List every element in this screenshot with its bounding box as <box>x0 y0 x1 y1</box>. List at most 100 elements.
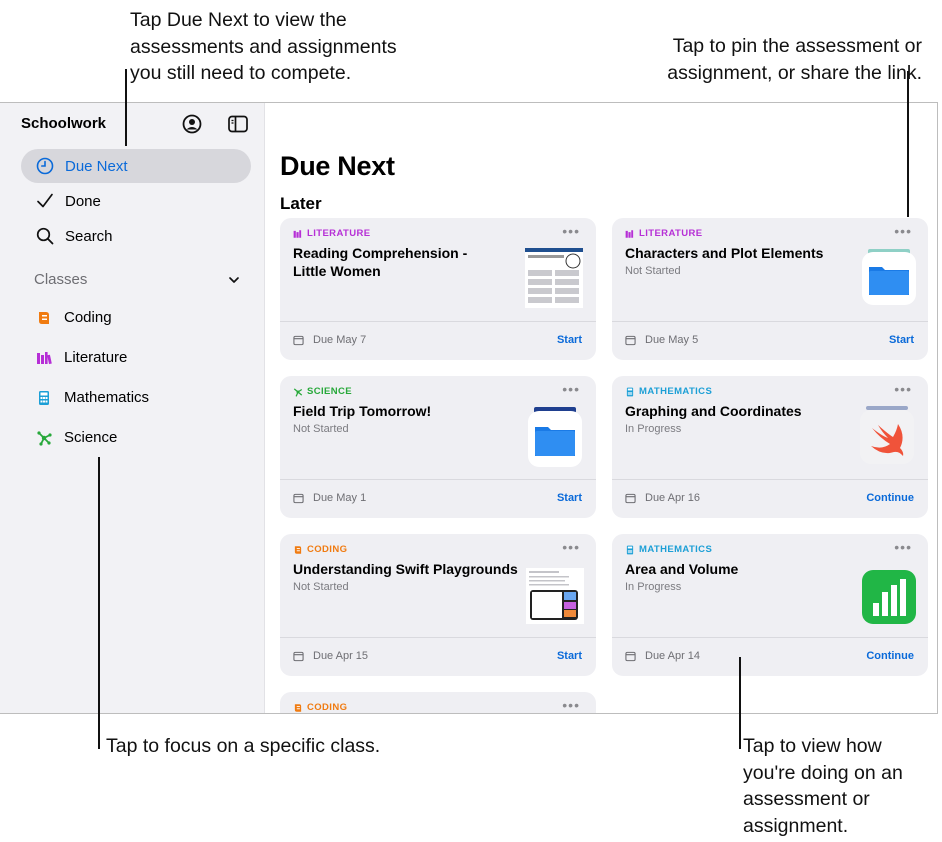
calendar-icon <box>625 493 636 503</box>
callout-line: Tap to pin the assessment or <box>672 35 922 57</box>
section-title: Later <box>280 194 322 213</box>
books-icon <box>293 229 302 238</box>
due-date: Due Apr 14 <box>625 650 700 662</box>
card-class: CODING <box>293 544 347 555</box>
continue-button[interactable]: Continue <box>866 492 914 504</box>
coding-icon <box>294 703 302 712</box>
more-button[interactable]: ••• <box>562 381 580 397</box>
callout-progress: Tap to view how you're doing on an asses… <box>743 733 938 839</box>
files-app-icon <box>528 407 582 467</box>
due-date: Due May 5 <box>625 334 698 346</box>
due-label: Due Apr 14 <box>645 650 701 662</box>
nav-due-next[interactable]: Due Next <box>21 149 251 183</box>
more-button[interactable]: ••• <box>562 223 580 239</box>
checkmark-icon <box>37 193 53 208</box>
card-class: SCIENCE <box>293 386 352 397</box>
card-divider <box>280 321 596 322</box>
more-button[interactable]: ••• <box>562 539 580 555</box>
card-title: Understanding Swift Playgrounds <box>293 561 518 577</box>
start-button[interactable]: Start <box>889 334 914 346</box>
start-button[interactable]: Start <box>557 650 582 662</box>
nav-search[interactable]: Search <box>21 219 251 253</box>
class-literature[interactable]: Literature <box>36 349 127 366</box>
clock-icon <box>36 157 54 175</box>
due-label: Due May 7 <box>313 334 367 346</box>
page-title: Due Next <box>280 151 395 181</box>
assignment-card[interactable]: LITERATURE ••• Reading Comprehension - L… <box>280 218 596 360</box>
app-title: Schoolwork <box>21 115 107 132</box>
continue-button[interactable]: Continue <box>866 650 914 662</box>
nav-label: Due Next <box>65 157 128 175</box>
assignment-card[interactable]: MATHEMATICS ••• Graphing and Coordinates… <box>612 376 928 518</box>
nav-done[interactable]: Done <box>21 184 251 218</box>
start-button[interactable]: Start <box>557 492 582 504</box>
card-class: LITERATURE <box>625 228 702 239</box>
document-thumbnail <box>526 568 584 624</box>
profile-icon[interactable] <box>181 113 203 135</box>
chevron-down-icon[interactable] <box>228 274 240 286</box>
card-status: Not Started <box>625 265 681 277</box>
calculator-icon <box>626 545 634 554</box>
due-label: Due Apr 15 <box>313 650 369 662</box>
calendar-icon <box>293 651 304 661</box>
leader-line <box>907 71 909 217</box>
card-divider <box>612 321 928 322</box>
callout-line: you still need to compete. <box>130 62 352 84</box>
callout-line: you're doing on an <box>743 761 903 784</box>
assignment-card[interactable]: CODING ••• <box>280 692 596 713</box>
card-title: Reading Comprehension - Little Women <box>293 245 468 279</box>
atom-icon <box>37 430 52 446</box>
callout-line: Tap to focus on a specific class. <box>106 735 381 757</box>
class-label: Literature <box>64 349 128 366</box>
coding-icon <box>294 545 302 554</box>
callout-class-focus: Tap to focus on a specific class. <box>106 733 446 760</box>
search-icon <box>36 227 54 245</box>
nav-label: Done <box>65 192 101 210</box>
assignment-card[interactable]: CODING ••• Understanding Swift Playgroun… <box>280 534 596 676</box>
sidebar: Schoolwork Due Next Done Search Classes … <box>0 103 265 713</box>
more-button[interactable]: ••• <box>894 539 912 555</box>
class-mathematics[interactable]: Mathematics <box>36 389 149 406</box>
card-title: Graphing and Coordinates <box>625 403 802 419</box>
card-status: Not Started <box>293 581 349 593</box>
numbers-app-icon <box>862 570 916 624</box>
due-label: Due May 1 <box>313 492 367 504</box>
start-button[interactable]: Start <box>557 334 582 346</box>
card-status: Not Started <box>293 423 349 435</box>
due-label: Due Apr 16 <box>645 492 701 504</box>
class-label: Science <box>64 429 118 446</box>
class-label: Mathematics <box>64 389 150 406</box>
assignment-card[interactable]: LITERATURE ••• Characters and Plot Eleme… <box>612 218 928 360</box>
class-coding[interactable]: Coding <box>36 309 112 326</box>
card-class-label: CODING <box>307 702 348 713</box>
atom-icon <box>293 387 303 397</box>
books-icon <box>625 229 634 238</box>
class-label: Coding <box>64 309 112 326</box>
class-science[interactable]: Science <box>36 429 117 446</box>
card-class-label: CODING <box>307 544 348 555</box>
classes-label: Classes <box>34 271 88 288</box>
card-class-label: SCIENCE <box>307 386 353 397</box>
card-title: Area and Volume <box>625 561 739 577</box>
card-class-label: MATHEMATICS <box>639 544 713 555</box>
files-app-icon <box>862 249 916 305</box>
more-button[interactable]: ••• <box>894 381 912 397</box>
assignment-card[interactable]: MATHEMATICS ••• Area and Volume In Progr… <box>612 534 928 676</box>
more-button[interactable]: ••• <box>894 223 912 239</box>
card-class-label: LITERATURE <box>307 228 371 239</box>
classes-header[interactable]: Classes <box>34 271 240 288</box>
more-button[interactable]: ••• <box>562 697 580 713</box>
schoolwork-window: Schoolwork Due Next Done Search Classes … <box>0 102 938 714</box>
calculator-icon <box>39 390 49 405</box>
card-divider <box>612 637 928 638</box>
calendar-icon <box>293 335 304 345</box>
callout-due-next: Tap Due Next to view the assessments and… <box>130 7 450 87</box>
due-date: Due Apr 15 <box>293 650 368 662</box>
sidebar-toggle-icon[interactable] <box>227 113 249 135</box>
swift-app-icon <box>860 406 914 464</box>
card-class: MATHEMATICS <box>625 544 712 555</box>
assignment-card[interactable]: SCIENCE ••• Field Trip Tomorrow! Not Sta… <box>280 376 596 518</box>
callout-line: assessment or <box>743 788 870 810</box>
card-status: In Progress <box>625 581 682 593</box>
card-class: LITERATURE <box>293 228 370 239</box>
